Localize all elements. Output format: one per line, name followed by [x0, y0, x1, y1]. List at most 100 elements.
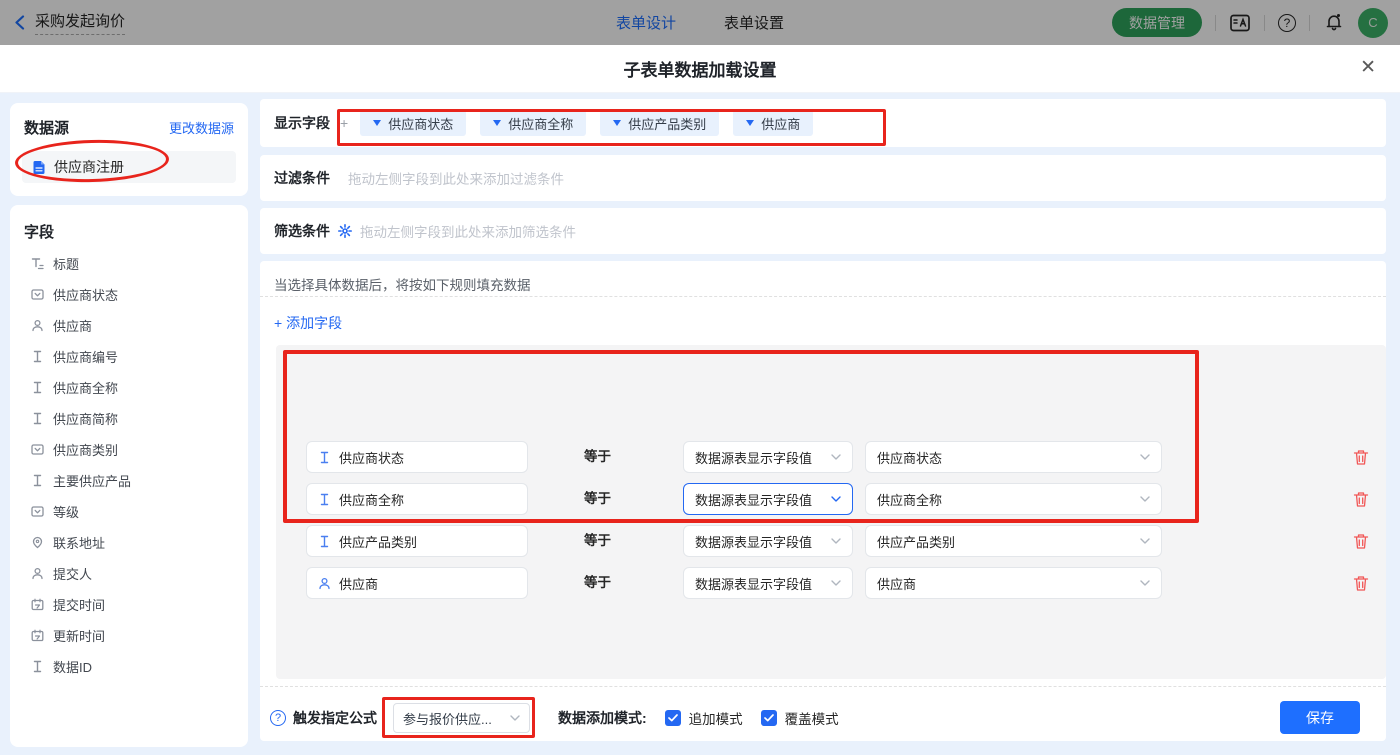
datasource-item[interactable]: 供应商注册	[22, 151, 236, 183]
fields-header: 字段	[10, 205, 248, 248]
field-label: 供应商简称	[53, 409, 118, 428]
location-icon	[31, 536, 44, 549]
form-name[interactable]: 采购发起询价	[35, 10, 125, 35]
field-item-supplier-shortname[interactable]: 供应商简称	[10, 403, 248, 434]
tag-label: 供应商状态	[388, 114, 453, 133]
field-label: 供应商编号	[53, 347, 118, 366]
chevron-down-icon	[1140, 496, 1150, 502]
display-field-tag[interactable]: 供应产品类别	[600, 110, 719, 136]
chevron-down-icon	[831, 580, 841, 586]
field-item-data-id[interactable]: 数据ID	[10, 651, 248, 682]
avatar[interactable]: C	[1358, 8, 1388, 38]
checkbox-checked-icon[interactable]	[665, 710, 681, 726]
dropdown-value: 供应商全称	[877, 490, 942, 509]
datasource-item-label: 供应商注册	[54, 157, 124, 177]
delete-rule-icon[interactable]	[1351, 567, 1371, 599]
field-item-update-time[interactable]: 更新时间	[10, 620, 248, 651]
field-item-grade[interactable]: 等级	[10, 496, 248, 527]
field-item-contact-address[interactable]: 联系地址	[10, 527, 248, 558]
select-icon	[31, 505, 44, 518]
formula-dropdown[interactable]: 参与报价供应...	[393, 703, 530, 733]
field-item-supplier-status[interactable]: 供应商状态	[10, 279, 248, 310]
field-item-main-products[interactable]: 主要供应产品	[10, 465, 248, 496]
filter-placeholder: 拖动左侧字段到此处来添加过滤条件	[348, 168, 564, 188]
rule-value-dropdown[interactable]: 供应商状态	[865, 441, 1162, 473]
dropdown-value: 数据源表显示字段值	[695, 448, 812, 467]
field-label: 供应商	[53, 316, 92, 335]
tab-form-design[interactable]: 表单设计	[616, 12, 676, 33]
form-doc-icon	[32, 160, 46, 175]
data-manage-button[interactable]: 数据管理	[1112, 8, 1202, 37]
field-item-submit-time[interactable]: 提交时间	[10, 589, 248, 620]
divider	[260, 686, 1386, 687]
field-item-submitter[interactable]: 提交人	[10, 558, 248, 589]
notification-bell-icon[interactable]	[1323, 12, 1345, 34]
display-field-tag[interactable]: 供应商	[733, 110, 813, 136]
rule-field-input[interactable]: 供应商	[306, 567, 528, 599]
rule-source-dropdown[interactable]: 数据源表显示字段值	[683, 441, 853, 473]
title-icon	[31, 257, 44, 270]
checkbox-label: 追加模式	[689, 708, 743, 728]
help-icon[interactable]: ?	[1278, 14, 1296, 32]
chevron-down-icon	[831, 454, 841, 460]
gear-icon[interactable]	[338, 224, 352, 238]
field-label: 供应商全称	[53, 378, 118, 397]
rule-value-dropdown[interactable]: 供应商全称	[865, 483, 1162, 515]
checkbox-label: 覆盖模式	[785, 708, 839, 728]
rule-field-input[interactable]: 供应产品类别	[306, 525, 528, 557]
tab-form-settings[interactable]: 表单设置	[724, 12, 784, 33]
screen: 采购发起询价 表单设计 表单设置 数据管理 ? C 子表单数据加载设置 ✕	[0, 0, 1400, 755]
save-button[interactable]: 保存	[1280, 701, 1360, 734]
filter-condition-row[interactable]: 过滤条件 拖动左侧字段到此处来添加过滤条件	[260, 155, 1386, 201]
rule-field-input[interactable]: 供应商全称	[306, 483, 528, 515]
add-display-field-button[interactable]: +	[340, 115, 348, 131]
add-field-link[interactable]: + 添加字段	[274, 313, 342, 333]
text-icon	[31, 350, 44, 363]
field-item-supplier-no[interactable]: 供应商编号	[10, 341, 248, 372]
delete-rule-icon[interactable]	[1351, 525, 1371, 557]
checkbox-checked-icon[interactable]	[761, 710, 777, 726]
delete-rule-icon[interactable]	[1351, 441, 1371, 473]
help-icon[interactable]: ?	[270, 710, 286, 726]
rule-value-dropdown[interactable]: 供应商	[865, 567, 1162, 599]
overwrite-mode-checkbox[interactable]: 覆盖模式	[761, 708, 839, 728]
rule-source-dropdown[interactable]: 数据源表显示字段值	[683, 567, 853, 599]
divider	[1309, 15, 1310, 31]
rule-source-dropdown[interactable]: 数据源表显示字段值	[683, 483, 853, 515]
tag-label: 供应商全称	[508, 114, 573, 133]
rule-field-label: 供应产品类别	[339, 532, 417, 551]
select-icon	[31, 443, 44, 456]
field-item-supplier-fullname[interactable]: 供应商全称	[10, 372, 248, 403]
field-label: 主要供应产品	[53, 471, 131, 490]
text-icon	[318, 451, 331, 464]
tag-label: 供应产品类别	[628, 114, 706, 133]
chevron-down-icon	[1140, 538, 1150, 544]
back-nav[interactable]: 采购发起询价	[14, 10, 125, 35]
field-item-title[interactable]: 标题	[10, 248, 248, 279]
close-icon[interactable]: ✕	[1360, 58, 1376, 77]
back-icon[interactable]	[14, 15, 25, 30]
field-item-supplier[interactable]: 供应商	[10, 310, 248, 341]
change-datasource-link[interactable]: 更改数据源	[169, 118, 234, 137]
rule-field-label: 供应商	[339, 574, 378, 593]
dropdown-value: 供应商	[877, 574, 916, 593]
field-item-supplier-category[interactable]: 供应商类别	[10, 434, 248, 465]
rule-value-dropdown[interactable]: 供应产品类别	[865, 525, 1162, 557]
caret-down-icon	[493, 120, 501, 126]
display-field-tag[interactable]: 供应商状态	[360, 110, 466, 136]
delete-rule-icon[interactable]	[1351, 483, 1371, 515]
contacts-icon[interactable]	[1229, 12, 1251, 34]
formula-label: 触发指定公式	[293, 708, 377, 728]
field-label: 供应商状态	[53, 285, 118, 304]
append-mode-checkbox[interactable]: 追加模式	[665, 708, 743, 728]
modal-title: 子表单数据加载设置	[624, 56, 777, 81]
display-field-tag[interactable]: 供应商全称	[480, 110, 586, 136]
chevron-down-icon	[1140, 454, 1150, 460]
rule-field-input[interactable]: 供应商状态	[306, 441, 528, 473]
dropdown-value: 数据源表显示字段值	[695, 532, 812, 551]
screening-condition-row[interactable]: 筛选条件 拖动左侧字段到此处来添加筛选条件	[260, 208, 1386, 254]
rule-source-dropdown[interactable]: 数据源表显示字段值	[683, 525, 853, 557]
operator-label: 等于	[584, 441, 611, 473]
dropdown-value: 数据源表显示字段值	[695, 490, 812, 509]
formula-value: 参与报价供应...	[403, 709, 492, 728]
